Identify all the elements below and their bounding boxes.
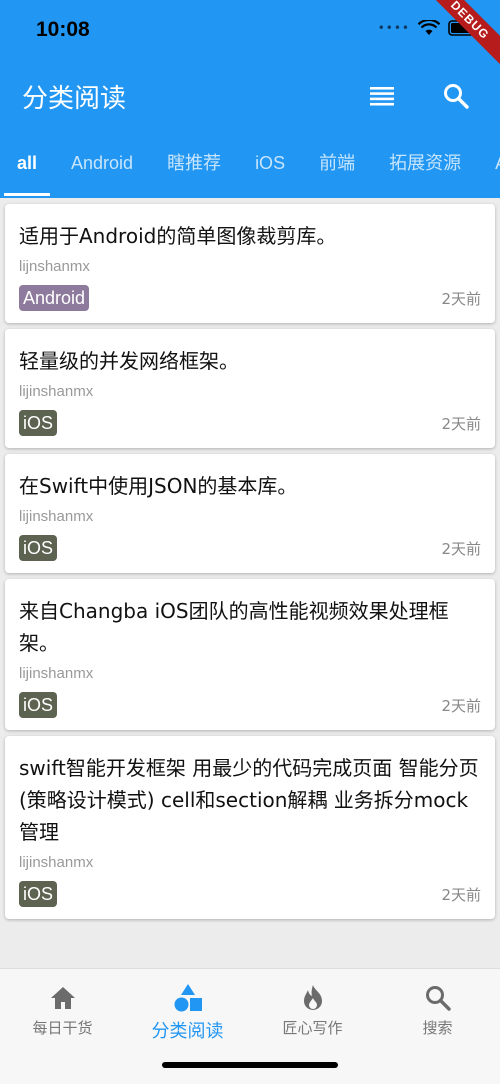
article-card[interactable]: swift智能开发框架 用最少的代码完成页面 智能分页(策略设计模式) cell…: [5, 736, 495, 919]
home-indicator[interactable]: [162, 1062, 338, 1068]
page-title: 分类阅读: [22, 84, 127, 114]
card-time: 2天前: [441, 289, 481, 308]
card-time: 2天前: [441, 696, 481, 715]
nav-label: 搜索: [422, 1019, 453, 1037]
nav-label: 匠心写作: [282, 1019, 343, 1037]
home-icon: [50, 987, 75, 1009]
category-tabs: allAndroid瞎推荐iOS前端拓展资源App: [0, 140, 500, 198]
category-tag[interactable]: iOS: [19, 410, 58, 436]
nav-label: 每日干货: [32, 1019, 93, 1037]
status-bar: 10:08 •••• DEBUG: [0, 0, 500, 70]
category-tag[interactable]: iOS: [19, 692, 58, 718]
nav-item-search[interactable]: 搜索: [375, 983, 500, 1038]
card-author: lijinshanmx: [19, 508, 94, 525]
article-card[interactable]: 适用于Android的简单图像裁剪库。 lijnshanmx Android 2天前: [5, 204, 495, 323]
nav-item-writing[interactable]: 匠心写作: [250, 983, 375, 1038]
menu-lines-icon: [370, 87, 394, 106]
tab-6[interactable]: App: [478, 140, 500, 198]
app-bar: 10:08 •••• DEBUG 分类阅读 all Android 瞎推荐 iO…: [0, 0, 500, 198]
card-footer: iOS 2天前: [19, 410, 481, 436]
search-icon: [425, 986, 451, 1011]
tab-0[interactable]: all: [0, 140, 54, 198]
tab-1[interactable]: Android: [54, 140, 150, 198]
status-time: 10:08: [36, 18, 90, 41]
card-title: swift智能开发框架 用最少的代码完成页面 智能分页(策略设计模式) cell…: [19, 756, 479, 844]
article-list[interactable]: 适用于Android的简单图像裁剪库。 lijnshanmx Android 2天前轻…: [0, 198, 500, 968]
article-card[interactable]: 来自Changba iOS团队的高性能视频效果处理框架。 lijinshanmx i…: [5, 579, 495, 730]
card-time: 2天前: [441, 414, 481, 433]
category-tag[interactable]: iOS: [19, 881, 58, 907]
signal-dots-icon: ••••: [377, 21, 410, 35]
card-author: lijinshanmx: [19, 665, 94, 682]
tab-5[interactable]: 拓展资源: [372, 140, 478, 198]
card-footer: iOS 2天前: [19, 692, 481, 718]
card-time: 2天前: [441, 539, 481, 558]
article-card[interactable]: 轻量级的并发网络框架。 lijinshanmx iOS 2天前: [5, 329, 495, 448]
card-author: lijnshanmx: [19, 258, 90, 275]
card-title: 在Swift中使用JSON的基本库。: [19, 474, 298, 498]
card-title: 轻量级的并发网络框架。: [19, 349, 239, 373]
category-tag[interactable]: iOS: [19, 535, 58, 561]
flame-icon: [303, 985, 322, 1010]
nav-label: 分类阅读: [151, 1021, 224, 1042]
card-title: 来自Changba iOS团队的高性能视频效果处理框架。: [19, 599, 449, 655]
search-icon: [444, 84, 469, 109]
category-tag[interactable]: Android: [19, 285, 90, 311]
card-footer: Android 2天前: [19, 285, 481, 311]
card-title: 适用于Android的简单图像裁剪库。: [19, 224, 337, 248]
card-footer: iOS 2天前: [19, 881, 481, 907]
nav-item-daily[interactable]: 每日干货: [0, 983, 125, 1038]
tab-2[interactable]: 瞎推荐: [150, 140, 238, 198]
card-author: lijinshanmx: [19, 383, 94, 400]
tab-3[interactable]: iOS: [238, 140, 302, 198]
wifi-icon: [418, 20, 440, 35]
card-footer: iOS 2天前: [19, 535, 481, 561]
tab-4[interactable]: 前端: [302, 140, 372, 198]
nav-item-category[interactable]: 分类阅读: [125, 983, 250, 1043]
article-card[interactable]: 在Swift中使用JSON的基本库。 lijinshanmx iOS 2天前: [5, 454, 495, 573]
card-time: 2天前: [441, 885, 481, 904]
category-icon: [174, 984, 202, 1012]
search-button[interactable]: [440, 80, 472, 112]
card-author: lijinshanmx: [19, 854, 94, 871]
list-view-button[interactable]: [366, 80, 398, 112]
